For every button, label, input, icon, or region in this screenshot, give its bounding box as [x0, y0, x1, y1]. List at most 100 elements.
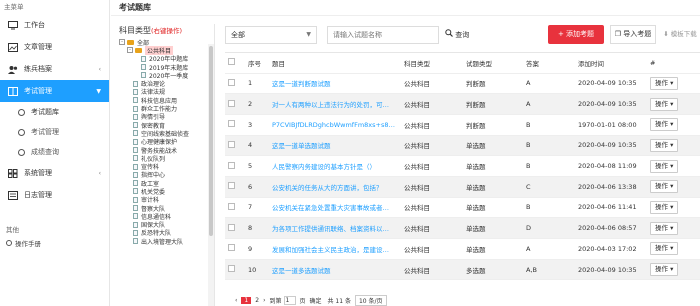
question-title[interactable]: 公安机关在紧急处置重大灾害事故或者…: [269, 197, 401, 219]
goto-page-input[interactable]: 1: [284, 296, 297, 305]
table-row: 10 这是一道多选题试题 公共科目 多选题 A,B 2020-04-09 10:35 操作 …: [225, 259, 700, 281]
operation-dropdown-button[interactable]: 操作 ▾: [650, 118, 679, 132]
question-type: 判断题: [463, 73, 523, 95]
subject-type: 公共科目: [401, 135, 463, 157]
row-checkbox[interactable]: [225, 197, 245, 219]
nav-item-label: 文章管理: [24, 43, 52, 51]
tree-node[interactable]: 机关党委: [115, 187, 214, 196]
added-time: 2020-04-06 08:57: [575, 217, 647, 239]
per-page-select[interactable]: 10 条/页: [354, 295, 387, 306]
collapse-icon[interactable]: -: [119, 39, 125, 46]
document-icon: [133, 205, 138, 212]
nav-item-articles[interactable]: 文章管理: [0, 36, 109, 58]
row-checkbox[interactable]: [225, 155, 245, 177]
row-checkbox[interactable]: [225, 114, 245, 136]
monitor-icon: [8, 20, 18, 30]
next-page-button[interactable]: ›: [263, 297, 265, 304]
nav-item-logs[interactable]: 日志管理: [0, 184, 109, 206]
subject-type: 公共科目: [401, 176, 463, 198]
row-checkbox[interactable]: [225, 135, 245, 157]
table-row: 3 P7CVIBJfDLRDghcbWwmfFm8xs+s8e… 公共科目 判断题 B 1…: [225, 114, 700, 136]
tree-node[interactable]: 指挥中心: [115, 171, 214, 179]
caret-down-icon: ▾: [668, 265, 674, 274]
sub-item-score-query[interactable]: 成绩查询: [0, 142, 109, 162]
document-icon: [133, 80, 138, 87]
operation-dropdown-button[interactable]: 操作 ▾: [650, 97, 679, 111]
confirm-button[interactable]: 确定: [310, 296, 322, 305]
question-title[interactable]: 这是一道判断题试题: [269, 73, 401, 95]
operation-label: 操作: [655, 202, 668, 211]
operation-dropdown-button[interactable]: 操作 ▾: [650, 76, 679, 90]
operation-dropdown-button[interactable]: 操作 ▾: [650, 180, 679, 194]
row-checkbox[interactable]: [225, 73, 245, 95]
question-title[interactable]: 人民警察内务建设的基本方针是（）: [269, 155, 401, 177]
added-time: 2020-04-06 13:38: [575, 176, 647, 198]
row-checkbox[interactable]: [225, 259, 245, 281]
operation-dropdown-button[interactable]: 操作 ▾: [650, 263, 679, 277]
nav-item-training-archive[interactable]: 练兵档案 ‹: [0, 58, 109, 80]
collapse-icon[interactable]: -: [127, 47, 133, 54]
question-title[interactable]: 公安机关的任务从大的方面讲，包括？: [269, 176, 401, 198]
search-button[interactable]: 查询: [445, 26, 469, 44]
row-checkbox[interactable]: [225, 93, 245, 115]
document-icon: [133, 88, 138, 95]
question-title[interactable]: 发展和加强社会主义民主政治，是建设…: [269, 238, 401, 260]
page-title: 考试题库: [111, 0, 700, 16]
column-header: 答案: [523, 53, 575, 74]
book-icon: [8, 86, 18, 96]
row-checkbox[interactable]: [225, 217, 245, 239]
log-icon: [8, 190, 18, 200]
manual-link[interactable]: 操作手册: [0, 236, 109, 250]
question-title[interactable]: 对一人有两种以上违法行为的处罚，可…: [269, 93, 401, 115]
subject-type: 公共科目: [401, 259, 463, 281]
select-value: 全部: [231, 31, 245, 39]
row-checkbox[interactable]: [225, 238, 245, 260]
nav-item-system[interactable]: 系统管理 ‹: [0, 162, 109, 184]
question-title[interactable]: P7CVIBJfDLRDghcbWwmfFm8xs+s8e…: [269, 114, 401, 136]
select-all-checkbox[interactable]: [225, 53, 245, 74]
scrollbar-thumb[interactable]: [209, 46, 213, 236]
added-time: 2020-04-03 17:02: [575, 238, 647, 260]
document-icon: [133, 213, 138, 220]
search-input[interactable]: [327, 26, 439, 44]
page-2-button[interactable]: 2: [255, 297, 259, 304]
add-question-button[interactable]: + 添加考题: [548, 25, 604, 44]
tree-node[interactable]: 礼仪队列: [115, 154, 214, 163]
answer: A: [523, 238, 575, 260]
prev-page-button[interactable]: ‹: [235, 297, 237, 304]
menu-title: 主菜单: [4, 3, 24, 11]
answer: D: [523, 217, 575, 239]
document-icon: [133, 221, 138, 228]
operation-dropdown-button[interactable]: 操作 ▾: [650, 221, 679, 235]
current-page[interactable]: 1: [241, 297, 252, 304]
import-questions-button[interactable]: ❐ 导入考题: [610, 25, 656, 44]
operation-cell: 操作 ▾: [647, 114, 700, 136]
question-title[interactable]: 为各项工作提供通讯联络、档案资料以…: [269, 217, 401, 239]
subject-select[interactable]: 全部 ▼: [225, 26, 317, 44]
tree-title: 科目类型: [119, 26, 151, 35]
sub-item-question-bank[interactable]: 考试题库: [0, 102, 109, 122]
added-time: 1970-01-01 08:00: [575, 114, 647, 136]
operation-dropdown-button[interactable]: 操作 ▾: [650, 200, 679, 214]
tree-scrollbar[interactable]: [208, 44, 214, 306]
operation-dropdown-button[interactable]: 操作 ▾: [650, 138, 679, 152]
template-download-button[interactable]: ⬇ 模板下载: [659, 25, 700, 44]
operation-dropdown-button[interactable]: 操作 ▾: [650, 242, 679, 256]
row-checkbox[interactable]: [225, 176, 245, 198]
nav-item-exam-management[interactable]: 考试管理 ▼: [0, 80, 109, 102]
operation-cell: 操作 ▾: [647, 197, 700, 219]
question-type: 多选题: [463, 259, 523, 281]
answer: A: [523, 73, 575, 95]
subject-type: 公共科目: [401, 197, 463, 219]
nav-item-dashboard[interactable]: 工作台: [0, 14, 109, 36]
sub-item-label: 考试管理: [31, 128, 59, 136]
operation-dropdown-button[interactable]: 操作 ▾: [650, 159, 679, 173]
question-title[interactable]: 这是一道多选题试题: [269, 259, 401, 281]
sub-item-exam-admin[interactable]: 考试管理: [0, 122, 109, 142]
operation-label: 操作: [655, 140, 668, 149]
caret-down-icon: ▾: [668, 244, 674, 253]
tree-node[interactable]: 出入境管理大队: [115, 237, 214, 246]
table-row: 1 这是一道判断题试题 公共科目 判断题 A 2020-04-09 10:35 操作 ▾: [225, 73, 700, 95]
column-header: 序号: [245, 53, 269, 74]
question-title[interactable]: 这是一道单选题试题: [269, 135, 401, 157]
